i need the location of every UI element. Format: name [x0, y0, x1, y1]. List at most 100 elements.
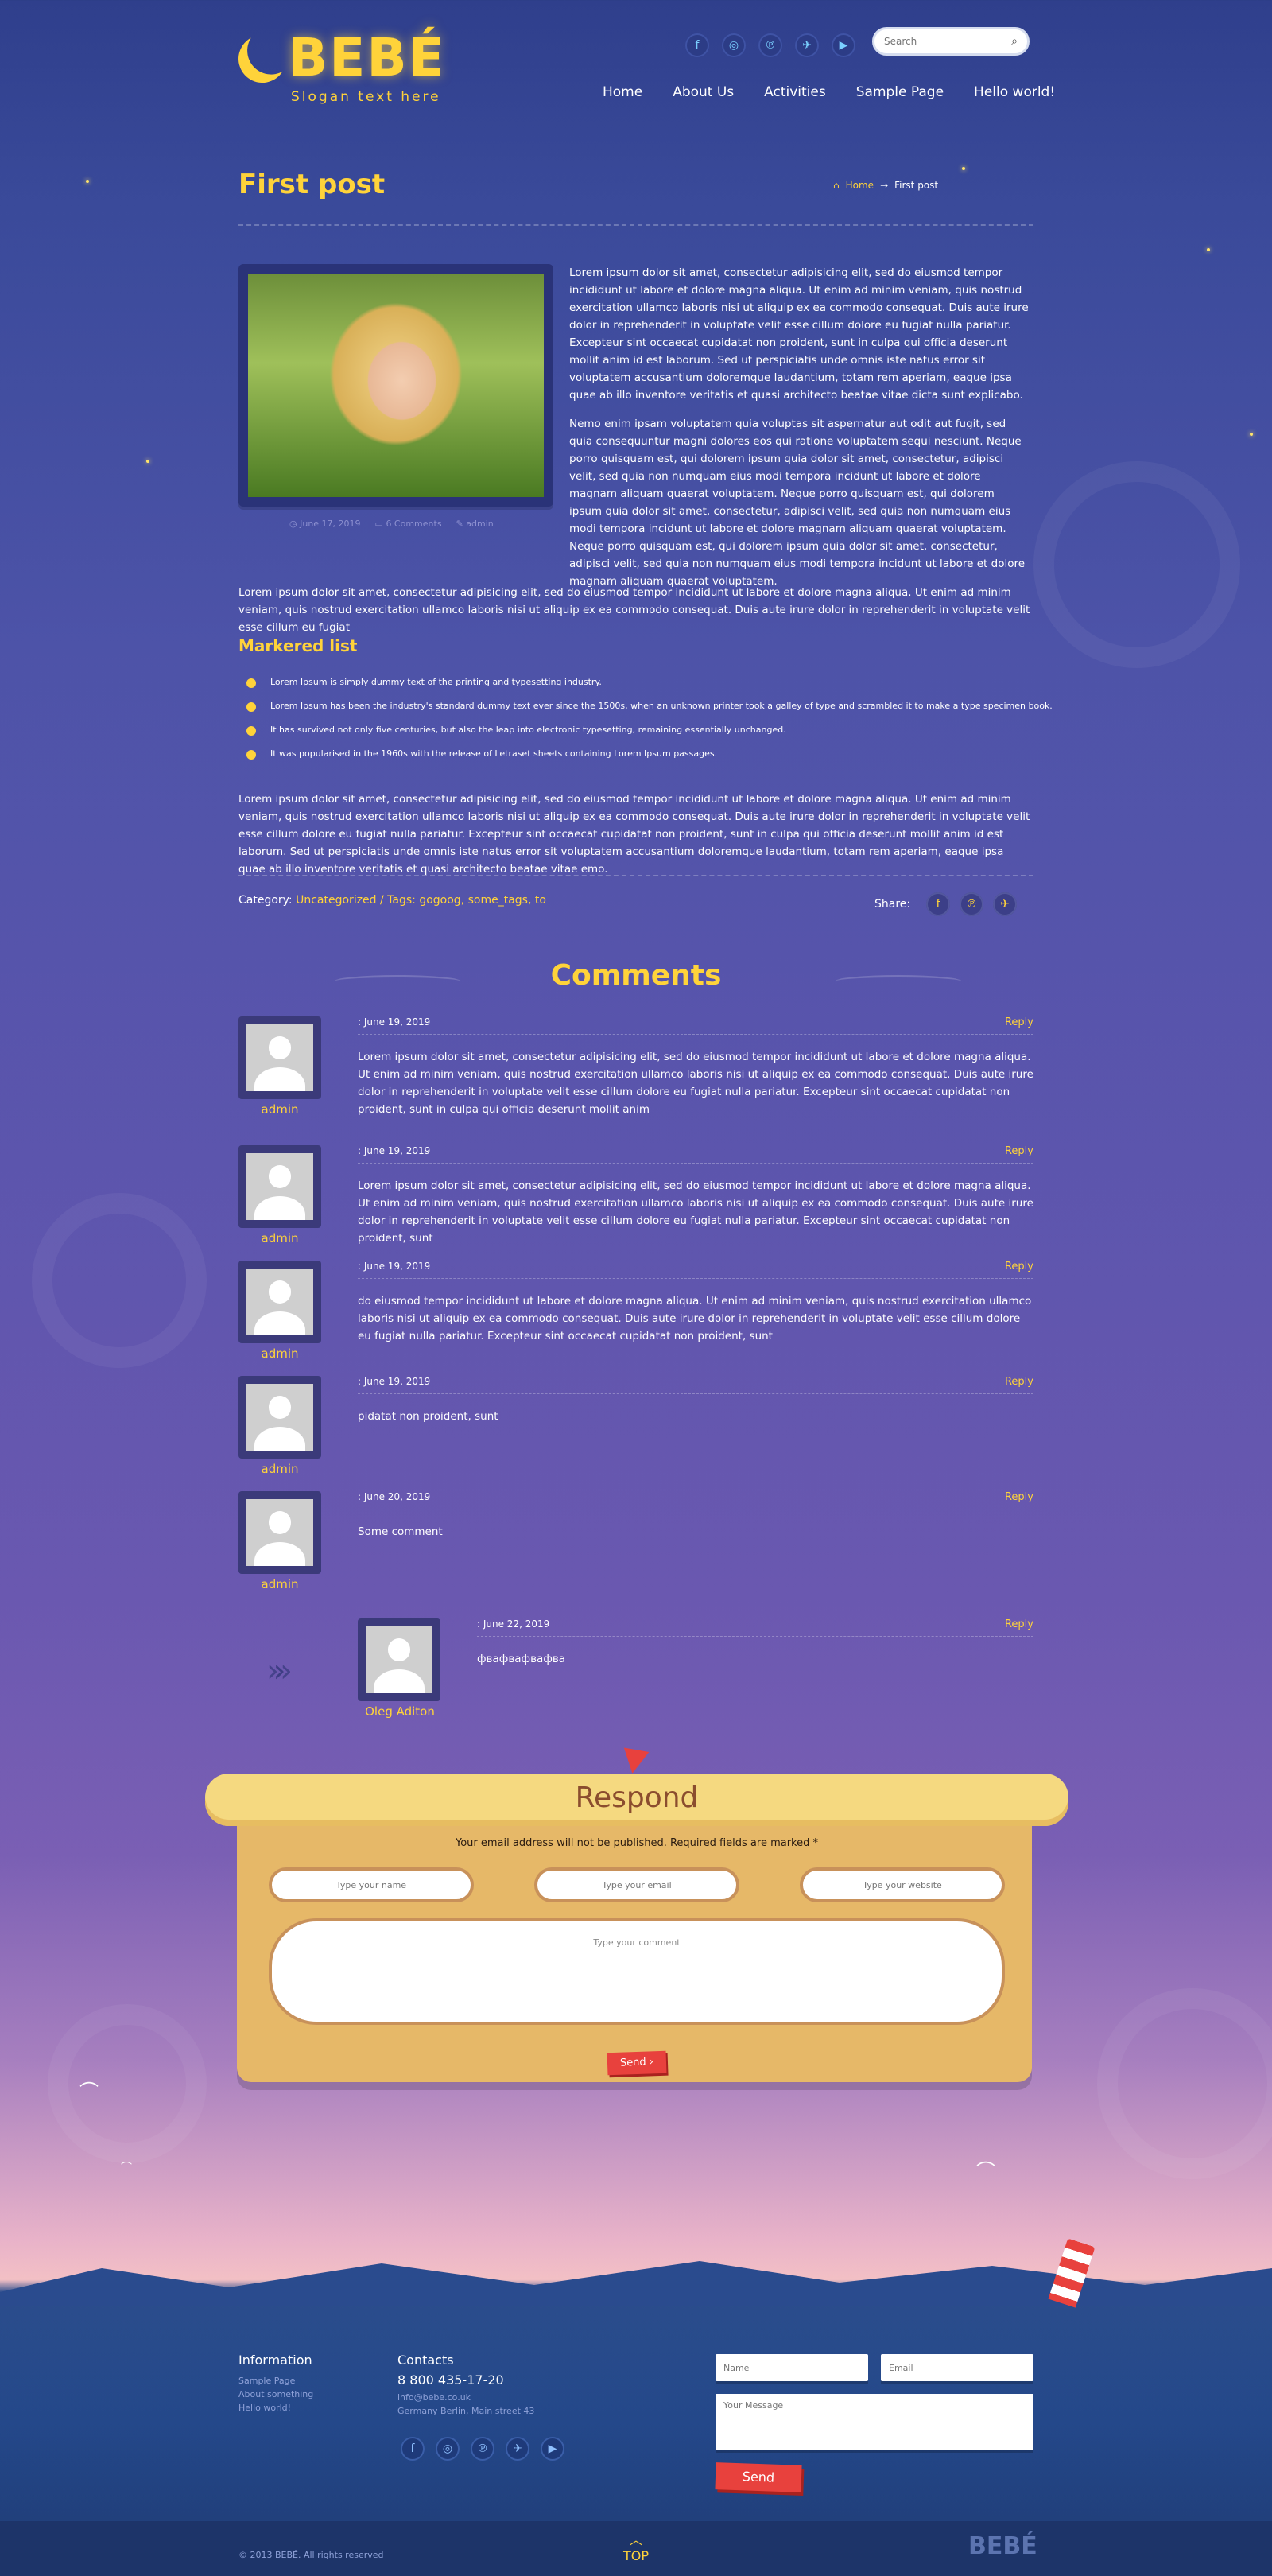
- post-categories: Category: Uncategorized / Tags: gogoog, …: [238, 894, 546, 907]
- pinterest-icon[interactable]: ℗: [960, 892, 984, 916]
- breadcrumb-home[interactable]: Home: [846, 180, 874, 191]
- reply-link[interactable]: Reply: [1005, 1618, 1034, 1630]
- footer-email-input[interactable]: [881, 2354, 1034, 2381]
- comment-author[interactable]: admin: [238, 1231, 321, 1245]
- post-date-text: June 17, 2019: [300, 519, 361, 529]
- twitter-icon[interactable]: ✈: [506, 2437, 529, 2461]
- footer-information: Information Sample Page About something …: [238, 2353, 313, 2415]
- footer-contacts: Contacts 8 800 435-17-20 info@bebe.co.uk…: [398, 2353, 534, 2416]
- youtube-icon[interactable]: ▶: [832, 33, 855, 57]
- comment-date: : June 19, 2019: [358, 1376, 431, 1387]
- comment-text: Some comment: [358, 1525, 443, 1538]
- comment-text: Lorem ipsum dolor sit amet, consectetur …: [358, 1179, 1034, 1245]
- footer-info-title: Information: [238, 2353, 312, 2368]
- comment-text: do eiusmod tempor incididunt ut labore e…: [358, 1295, 1032, 1342]
- footer-email[interactable]: info@bebe.co.uk: [398, 2392, 534, 2403]
- comment-author[interactable]: admin: [238, 1102, 321, 1117]
- nav-hello-world[interactable]: Hello world!: [974, 84, 1055, 100]
- reply-link[interactable]: Reply: [1005, 1491, 1034, 1503]
- breadcrumb: ⌂ Home → First post: [833, 180, 938, 191]
- nav-about-us[interactable]: About Us: [673, 84, 734, 100]
- post-comments-count[interactable]: ▭ 6 Comments: [375, 519, 442, 529]
- bird-icon: ⌒: [80, 2081, 99, 2103]
- footer-link[interactable]: About something: [238, 2388, 313, 2401]
- footer-link[interactable]: Sample Page: [238, 2374, 313, 2388]
- star-icon: [962, 167, 965, 170]
- nav-sample-page[interactable]: Sample Page: [856, 84, 944, 100]
- comment: admin : June 19, 2019 Reply Lorem ipsum …: [238, 1145, 1034, 1249]
- facebook-icon[interactable]: f: [926, 892, 951, 916]
- search-box: ⌕: [872, 27, 1030, 56]
- post-paragraph-2: Nemo enim ipsam voluptatem quia voluptas…: [569, 418, 1026, 588]
- comment-divider: [358, 1163, 1034, 1164]
- comment-text: фвафвафвафва: [477, 1653, 566, 1665]
- post-image-frame: [238, 264, 553, 507]
- comment-author[interactable]: admin: [238, 1346, 321, 1361]
- scroll-top-button[interactable]: ︿ TOP: [617, 2529, 655, 2563]
- website-field[interactable]: [800, 1867, 1005, 1902]
- comment-author[interactable]: admin: [238, 1577, 321, 1591]
- comment: admin : June 20, 2019 Reply Some comment: [238, 1491, 1034, 1595]
- twitter-icon[interactable]: ✈: [795, 33, 819, 57]
- star-icon: [1250, 433, 1253, 436]
- share-bar: Share: f ℗ ✈: [874, 892, 1018, 916]
- instagram-icon[interactable]: ◎: [722, 33, 746, 57]
- main-nav: Home About Us Activities Sample Page Hel…: [603, 84, 1055, 100]
- comment: admin : June 19, 2019 Reply Lorem ipsum …: [238, 1016, 1034, 1128]
- nav-home[interactable]: Home: [603, 84, 642, 100]
- post-paragraph-1: Lorem ipsum dolor sit amet, consectetur …: [569, 266, 1029, 402]
- share-label: Share:: [874, 898, 911, 911]
- twitter-icon[interactable]: ✈: [993, 892, 1018, 916]
- post-author-text: admin: [466, 519, 494, 529]
- reply-link[interactable]: Reply: [1005, 1016, 1034, 1028]
- send-button[interactable]: Send ›: [607, 2050, 667, 2076]
- comment-reply: Oleg Aditon : June 22, 2019 Reply фвафва…: [358, 1618, 1034, 1730]
- category-value[interactable]: Uncategorized / Tags: gogoog, some_tags,…: [296, 894, 546, 907]
- comment-divider: [477, 1636, 1034, 1637]
- avatar-image: [246, 1384, 313, 1451]
- comment-text: Lorem ipsum dolor sit amet, consectetur …: [358, 1051, 1034, 1116]
- email-field[interactable]: [534, 1867, 739, 1902]
- name-field[interactable]: [269, 1867, 474, 1902]
- comment-date: : June 19, 2019: [358, 1016, 431, 1028]
- moon-icon: [232, 29, 293, 90]
- reply-link[interactable]: Reply: [1005, 1145, 1034, 1157]
- post-author[interactable]: ✎ admin: [456, 519, 494, 529]
- top-label: TOP: [622, 2548, 649, 2563]
- footer-message-input[interactable]: Your Message: [716, 2394, 1034, 2450]
- footer-name-input[interactable]: [716, 2354, 868, 2381]
- copyright: © 2013 BEBÉ. All rights reserved: [238, 2550, 384, 2560]
- comment-author[interactable]: Oleg Aditon: [348, 1704, 452, 1719]
- search-icon[interactable]: ⌕: [1011, 35, 1018, 48]
- site-logo[interactable]: BEBÉ Slogan text here: [238, 27, 469, 107]
- footer-logo[interactable]: BEBÉ: [968, 2532, 1037, 2560]
- star-icon: [146, 460, 149, 463]
- breadcrumb-separator: →: [880, 180, 889, 191]
- list-item: It has survived not only five centuries,…: [243, 722, 1053, 746]
- respond-note: Your email address will not be published…: [456, 1837, 818, 1849]
- decorative-swirl: [32, 1193, 207, 1368]
- facebook-icon[interactable]: f: [401, 2437, 425, 2461]
- bird-icon: ⌒: [121, 2162, 132, 2174]
- reply-link[interactable]: Reply: [1005, 1376, 1034, 1388]
- footer-send-button[interactable]: Send: [715, 2462, 802, 2492]
- footer-address: Germany Berlin, Main street 43: [398, 2406, 535, 2416]
- instagram-icon[interactable]: ◎: [436, 2437, 460, 2461]
- pinterest-icon[interactable]: ℗: [471, 2437, 494, 2461]
- youtube-icon[interactable]: ▶: [541, 2437, 564, 2461]
- footer-phone: 8 800 435-17-20: [398, 2372, 504, 2388]
- facebook-icon[interactable]: f: [685, 33, 709, 57]
- comment-date: : June 22, 2019: [477, 1618, 550, 1630]
- footer-link[interactable]: Hello world!: [238, 2401, 313, 2415]
- post-comments-text: 6 Comments: [386, 519, 442, 529]
- header-social: f ◎ ℗ ✈ ▶: [685, 33, 855, 57]
- pinterest-icon[interactable]: ℗: [758, 33, 782, 57]
- bird-icon: ⌒: [976, 2160, 995, 2182]
- reply-link[interactable]: Reply: [1005, 1261, 1034, 1272]
- comment-author[interactable]: admin: [238, 1462, 321, 1476]
- search-input[interactable]: [884, 36, 1012, 47]
- nav-activities[interactable]: Activities: [764, 84, 826, 100]
- avatar: [358, 1618, 440, 1701]
- chevron-up-icon: ︿: [629, 2532, 642, 2547]
- comment-textarea[interactable]: Type your comment: [269, 1918, 1005, 2025]
